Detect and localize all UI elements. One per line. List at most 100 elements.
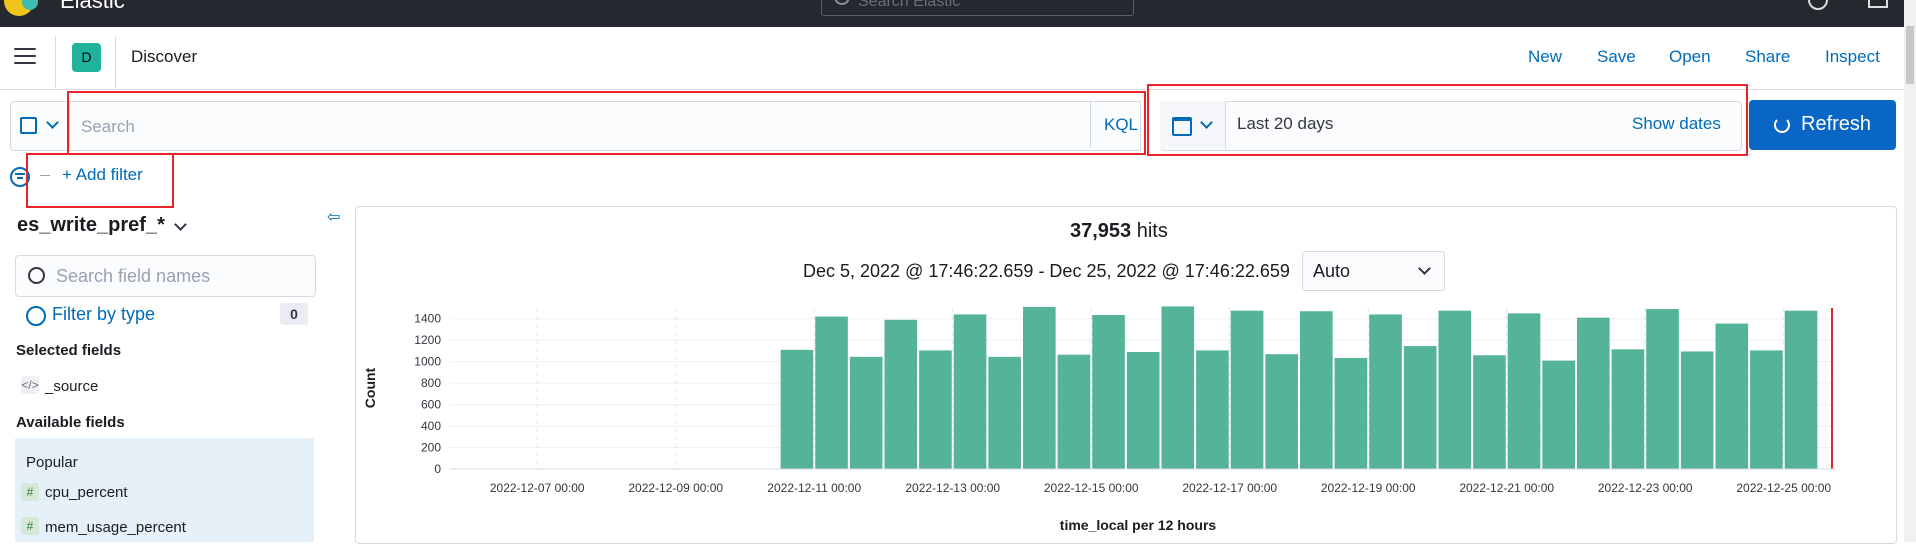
highlight-query-bar (67, 91, 1146, 155)
y-tick-label: 800 (421, 376, 441, 390)
histogram-bar (1369, 314, 1402, 469)
histogram-bar (1576, 317, 1610, 469)
histogram-bar (1057, 354, 1091, 469)
filter-icon (26, 306, 46, 326)
highlight-date-picker (1147, 84, 1748, 156)
histogram-bar (988, 356, 1021, 469)
y-tick-label: 0 (434, 462, 441, 476)
chevron-down-icon (1418, 262, 1431, 275)
y-tick-label: 600 (421, 398, 441, 412)
filter-by-type-button[interactable]: Filter by type (52, 304, 155, 325)
y-tick-label: 1200 (414, 333, 441, 347)
save-link[interactable]: Save (1597, 47, 1636, 67)
histogram-bar (1611, 349, 1645, 469)
number-type-icon: # (21, 483, 39, 501)
available-fields-heading: Available fields (16, 414, 125, 431)
x-tick-label: 2022-12-23 00:00 (1598, 481, 1693, 495)
x-tick-label: 2022-12-07 00:00 (490, 481, 585, 495)
refresh-icon (1774, 117, 1790, 133)
field-name[interactable]: cpu_percent (45, 484, 128, 501)
histogram-bar (919, 350, 952, 469)
menu-icon[interactable] (14, 48, 36, 69)
header-divider (115, 36, 116, 88)
x-tick-label: 2022-12-15 00:00 (1044, 481, 1139, 495)
histogram-bar (1022, 306, 1056, 469)
filter-count-badge: 0 (280, 303, 308, 325)
histogram-bar (815, 316, 848, 469)
highlight-add-filter (26, 153, 174, 208)
field-search-input[interactable]: Search field names (15, 255, 316, 297)
x-tick-label: 2022-12-09 00:00 (628, 481, 723, 495)
field-name[interactable]: _source (45, 378, 98, 395)
histogram-bar (780, 349, 814, 469)
y-tick-label: 1000 (414, 355, 441, 369)
global-search-placeholder: Search Elastic (858, 0, 961, 10)
search-icon (28, 267, 45, 284)
histogram-bar (1334, 357, 1368, 469)
histogram-bar (1715, 323, 1749, 469)
search-icon (834, 0, 850, 5)
histogram-bar (1438, 310, 1472, 469)
brand-name: Elastic (60, 0, 125, 13)
refresh-button[interactable]: Refresh (1749, 100, 1896, 150)
histogram-chart[interactable]: 0 200 400 600 800 1000 1200 1400 2022-12-07 00:0… (355, 296, 1895, 542)
field-name[interactable]: mem_usage_percent (45, 519, 186, 536)
collapse-sidebar-icon[interactable]: ⇦ (327, 207, 340, 227)
newsfeed-icon[interactable] (1868, 0, 1888, 8)
hit-count: 37,953 hits (1070, 220, 1168, 243)
x-axis-label: time_local per 12 hours (1060, 517, 1217, 533)
help-icon[interactable] (1808, 0, 1828, 10)
y-tick-label: 1400 (414, 312, 441, 326)
refresh-label: Refresh (1801, 113, 1872, 135)
histogram-bar (1299, 311, 1333, 469)
histogram-bar (1473, 355, 1506, 469)
histogram-bar (1507, 313, 1541, 469)
space-avatar[interactable]: D (72, 43, 101, 72)
global-search-input[interactable]: Search Elastic (821, 0, 1134, 16)
x-tick-label: 2022-12-25 00:00 (1736, 481, 1831, 495)
chevron-down-icon[interactable] (174, 218, 187, 231)
index-pattern-selector[interactable]: es_write_pref_* (17, 214, 165, 237)
y-tick-label: 400 (421, 419, 441, 433)
elastic-logo-accent (22, 0, 38, 10)
share-link[interactable]: Share (1745, 47, 1790, 67)
interval-select[interactable]: Auto (1302, 251, 1445, 291)
interval-value: Auto (1313, 261, 1351, 281)
global-top-bar: Elastic Search Elastic (0, 0, 1916, 27)
histogram-bar (1784, 310, 1818, 469)
hit-count-label: hits (1131, 220, 1168, 242)
header-divider (55, 36, 56, 88)
histogram-bar (953, 314, 987, 469)
number-type-icon: # (21, 517, 39, 535)
new-link[interactable]: New (1528, 47, 1562, 67)
save-icon (20, 117, 37, 134)
histogram-bar (1680, 351, 1714, 469)
histogram-bar (1230, 310, 1264, 469)
histogram-bar (1161, 306, 1195, 469)
histogram-bar (1196, 350, 1229, 469)
histogram-bar (1750, 350, 1783, 469)
histogram-bar (1646, 309, 1679, 469)
source-type-icon: </> (21, 376, 39, 394)
popular-heading: Popular (26, 454, 78, 471)
y-axis-label: Count (362, 367, 378, 408)
x-tick-label: 2022-12-11 00:00 (767, 481, 861, 495)
saved-query-button[interactable] (10, 101, 70, 151)
scrollbar-thumb[interactable] (1906, 26, 1914, 84)
x-tick-label: 2022-12-13 00:00 (905, 481, 1000, 495)
histogram-bar (849, 356, 883, 469)
page-title: Discover (131, 47, 198, 66)
hit-count-value: 37,953 (1070, 220, 1132, 242)
page-scrollbar[interactable] (1904, 0, 1916, 542)
histogram-bar (1542, 360, 1575, 469)
histogram-bar (1126, 352, 1160, 469)
selected-fields-heading: Selected fields (16, 342, 122, 359)
open-link[interactable]: Open (1669, 47, 1711, 67)
histogram-bar (1092, 314, 1125, 469)
y-tick-label: 200 (421, 441, 441, 455)
inspect-link[interactable]: Inspect (1825, 47, 1880, 67)
x-tick-label: 2022-12-19 00:00 (1321, 481, 1416, 495)
x-tick-label: 2022-12-21 00:00 (1459, 481, 1554, 495)
x-tick-label: 2022-12-17 00:00 (1182, 481, 1277, 495)
field-search-placeholder: Search field names (56, 266, 211, 286)
